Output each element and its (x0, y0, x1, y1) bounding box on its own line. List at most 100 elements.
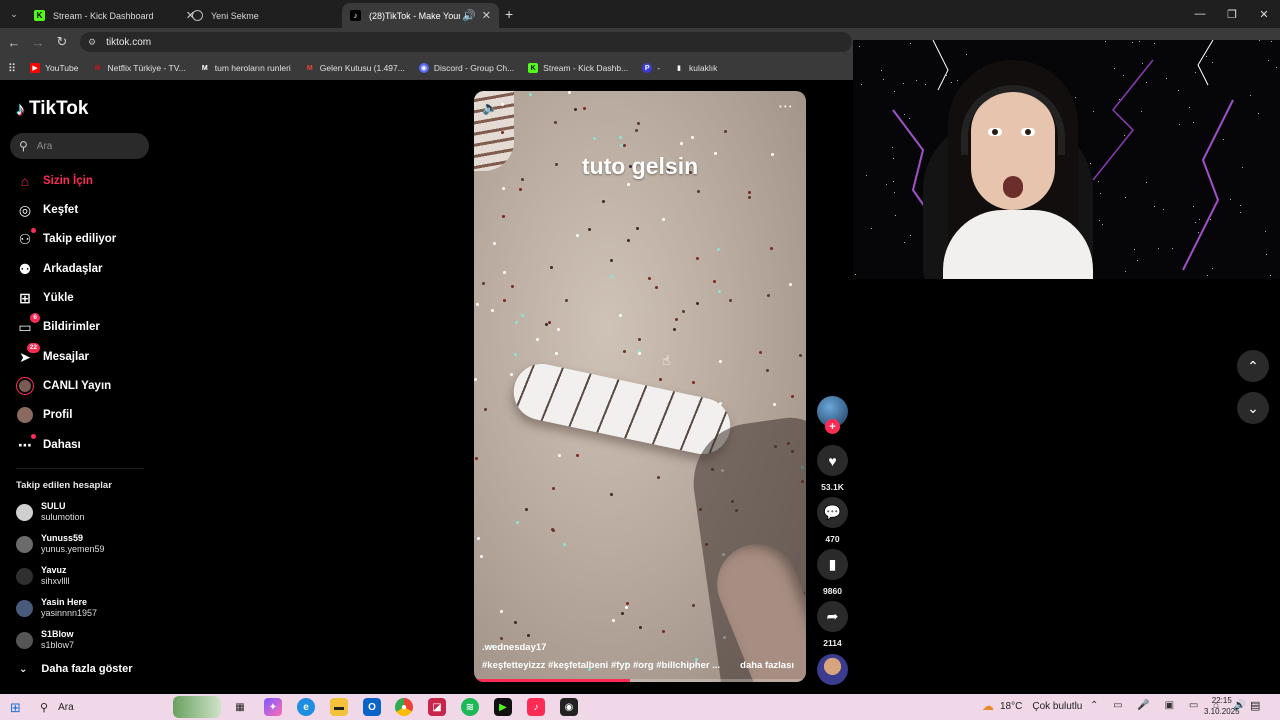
tab-kick-dashboard[interactable]: K Stream - Kick Dashboard ✕ (26, 3, 203, 28)
bookmark-youtube[interactable]: ▶ YouTube (30, 63, 78, 73)
edge-icon[interactable]: e (297, 698, 315, 716)
chevron-up-icon: ⌃ (1247, 357, 1259, 374)
video-speck (637, 352, 641, 356)
volume-icon[interactable]: 🔈 (482, 100, 498, 116)
obs-icon[interactable]: ◉ (560, 698, 578, 716)
previous-video-button[interactable]: ⌃ (1237, 350, 1269, 382)
share-action[interactable]: ➦ 2114 (817, 601, 848, 648)
spotify-icon[interactable]: ≋ (461, 698, 479, 716)
show-more-button[interactable]: ⌄ Daha fazla göster (16, 663, 132, 675)
tab-new-tab[interactable]: Yeni Sekme ✕ (184, 3, 361, 28)
video-speck (611, 618, 615, 622)
nav-more[interactable]: ⋯ Dahası (16, 434, 81, 456)
chrome-icon[interactable]: ● (395, 698, 413, 716)
app-icon[interactable]: ◪ (428, 698, 446, 716)
bookmark-label: kulaklık (689, 63, 718, 73)
bookmark-heroes[interactable]: Mtum heroların runleri (200, 63, 291, 73)
forward-icon[interactable]: → (30, 34, 46, 50)
chevron-down-icon: ⌄ (1247, 399, 1259, 416)
copilot-icon[interactable]: ✦ (264, 698, 282, 716)
bookmark-icon[interactable]: ▮ (817, 549, 848, 580)
search-icon: ⚲ (19, 139, 28, 153)
close-window-icon[interactable]: ✕ (1248, 0, 1280, 28)
file-explorer-icon[interactable]: ▬ (330, 698, 348, 716)
following-account[interactable]: Yavuz sihxvllll (16, 562, 70, 590)
bookmark-gmail[interactable]: M Gelen Kutusu (1.497... (305, 63, 405, 73)
following-account[interactable]: Yunuss59 yunus.yemen59 (16, 530, 105, 558)
video-author[interactable]: .wednesday17 (482, 642, 546, 653)
comment-action[interactable]: 💬 470 (817, 497, 848, 544)
taskbar-widget-image[interactable] (173, 696, 221, 718)
tab-search-icon[interactable]: ⌄ (6, 6, 22, 22)
nav-notifications[interactable]: ▭ 6 Bildirimler (16, 313, 100, 338)
close-tab-icon[interactable]: ✕ (482, 9, 491, 22)
outlook-icon[interactable]: O (363, 698, 381, 716)
video-player[interactable]: tuto gelsin 🔈 ⋯ .wednesday17 #keşfetteyi… (474, 91, 806, 682)
apps-icon[interactable]: ⠿ (8, 62, 16, 75)
save-action[interactable]: ▮ 9860 (817, 549, 848, 596)
video-speck (483, 407, 487, 411)
like-action[interactable]: ♥ 53.1K (817, 445, 848, 492)
bookmark-label: tum heroların runleri (214, 63, 291, 73)
streaming-app-icon[interactable]: ▶ (494, 698, 512, 716)
bookmark-label: Discord - Group Ch... (433, 63, 515, 73)
back-icon[interactable]: ← (6, 34, 22, 50)
new-tab-button[interactable]: + (505, 6, 513, 22)
windows-start-icon[interactable]: ⊞ (10, 700, 21, 716)
more-options-icon[interactable]: ⋯ (778, 97, 794, 115)
nav-for-you[interactable]: ⌂ Sizin İçin (16, 170, 93, 192)
following-account[interactable]: S1Blow s1blow7 (16, 626, 74, 654)
next-video-button[interactable]: ⌄ (1237, 392, 1269, 424)
nav-explore[interactable]: ◎ Keşfet (16, 199, 78, 221)
video-speck (502, 187, 506, 191)
following-account[interactable]: Yasin Here yasinnnn1957 (16, 594, 97, 622)
share-icon[interactable]: ➦ (817, 601, 848, 632)
video-speck (635, 128, 639, 132)
video-caption: tuto gelsin (581, 153, 699, 179)
video-speck (657, 475, 661, 479)
video-speck (492, 242, 496, 246)
video-speck (513, 353, 517, 357)
video-progress-bar[interactable] (474, 679, 806, 682)
follow-button[interactable]: + (825, 419, 840, 434)
reload-icon[interactable]: ↻ (54, 34, 70, 50)
tiktok-app-icon[interactable]: ♪ (527, 698, 545, 716)
notification-center-icon[interactable]: ▤ (1250, 699, 1260, 712)
gmail-icon: M (306, 64, 313, 72)
nav-friends[interactable]: ⚉ Arkadaşlar (16, 258, 103, 280)
tiktok-logo[interactable]: ♪ TikTok (16, 98, 88, 120)
show-more-label: Daha fazla göster (41, 663, 133, 675)
restore-icon[interactable]: ❐ (1216, 0, 1248, 28)
minimize-icon[interactable]: — (1184, 0, 1216, 28)
video-speck (500, 637, 504, 641)
bookmark-netflix[interactable]: N Netflix Türkiye - TV... (92, 63, 186, 73)
heart-icon[interactable]: ♥ (817, 445, 848, 476)
see-more-button[interactable]: daha fazlası (740, 660, 794, 671)
kick-icon: K (34, 10, 45, 21)
search-input[interactable]: ⚲ Ara (10, 133, 149, 159)
speaker-icon[interactable]: 🔊 (462, 9, 476, 22)
following-account[interactable]: SULU sulumotion (16, 498, 85, 526)
nav-upload[interactable]: ⊞ Yükle (16, 287, 74, 309)
video-hashtags[interactable]: #keşfetteyizzz #keşfetalbeni #fyp #org #… (482, 660, 720, 671)
address-bar[interactable]: ⚙ tiktok.com (80, 32, 852, 52)
video-speck (567, 91, 571, 94)
bookmark-p[interactable]: P- (642, 63, 660, 73)
bookmark-kick[interactable]: K Stream - Kick Dashb... (528, 63, 628, 73)
account-handle: sihxvllll (41, 576, 70, 586)
nav-messages[interactable]: ➤ 22 Mesajlar (16, 343, 89, 368)
music-disc[interactable] (817, 654, 848, 685)
clock[interactable]: 22:15 3.10.2025 (1204, 695, 1240, 717)
nav-following[interactable]: ⚇ Takip ediliyor (16, 228, 116, 250)
nav-live[interactable]: CANLI Yayın (16, 375, 111, 397)
account-name: Yasin Here (41, 597, 88, 607)
bookmark-discord[interactable]: ◉ Discord - Group Ch... (418, 63, 515, 73)
task-view-icon[interactable]: ▦ (231, 698, 249, 716)
nav-profile[interactable]: Profil (16, 404, 72, 426)
comment-icon[interactable]: 💬 (817, 497, 848, 528)
weather-widget[interactable]: ☁ 18°C Çok bulutlu (982, 699, 1082, 713)
bookmark-kulaklik[interactable]: ▮ kulaklık (674, 63, 717, 73)
tab-tiktok[interactable]: ♪ (28)TikTok - Make Your Day 🔊 ✕ (342, 3, 499, 28)
site-info-icon[interactable]: ⚙ (88, 37, 96, 48)
video-speck (691, 604, 695, 608)
